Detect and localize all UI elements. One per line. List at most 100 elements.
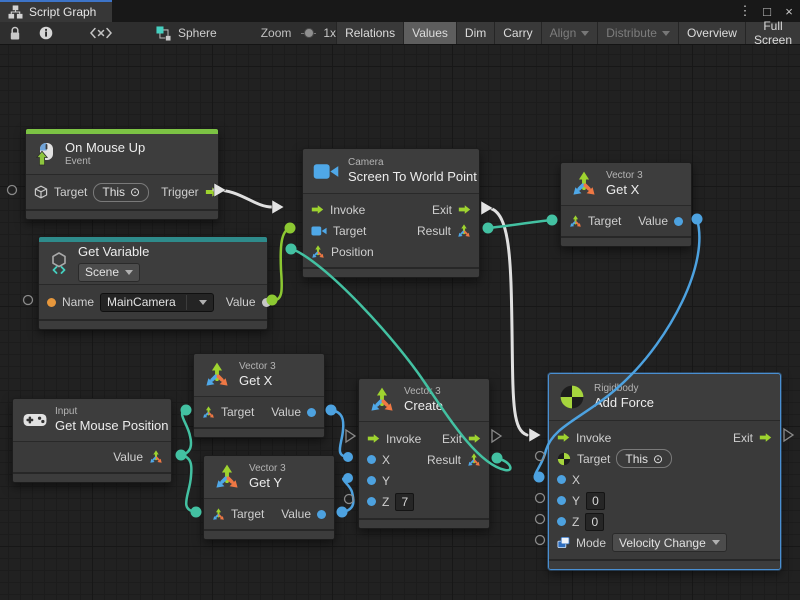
port-label-target: Target <box>221 405 254 419</box>
variable-scope-dropdown[interactable]: Scene <box>78 263 140 282</box>
node-footer <box>39 319 267 329</box>
target-self-button[interactable]: This ⊙ <box>93 183 149 202</box>
toolbar-buttons: Relations Values Dim Carry Align Distrib… <box>336 22 800 44</box>
object-picker-icon: ⊙ <box>653 452 663 466</box>
chevron-down-icon <box>199 300 207 305</box>
port-label-name: Name <box>62 295 94 309</box>
z-value-field[interactable]: 0 <box>585 513 604 531</box>
port-label-exit: Exit <box>733 431 753 445</box>
exec-output-port[interactable] <box>458 203 471 216</box>
node-create-vector3[interactable]: Vector 3 Create Invoke Exit X Result <box>358 378 490 529</box>
node-category: Vector 3 <box>239 361 276 374</box>
zoom-label: Zoom <box>261 22 292 44</box>
exec-input-port[interactable] <box>311 203 324 216</box>
node-add-force[interactable]: Rigidbody Add Force Invoke Exit Target T… <box>548 373 781 570</box>
x-input-port[interactable] <box>557 475 566 484</box>
breadcrumb-label: Sphere <box>178 26 217 40</box>
variable-name-dropdown[interactable]: MainCamera <box>100 293 214 312</box>
node-footer <box>549 559 780 569</box>
enum-port-icon[interactable] <box>557 536 570 549</box>
vector3-port-icon[interactable] <box>212 508 225 521</box>
gameobject-icon <box>34 185 48 199</box>
vector3-port-icon[interactable] <box>569 215 582 228</box>
vector3-port-icon[interactable] <box>467 453 481 467</box>
relations-button[interactable]: Relations <box>336 22 403 44</box>
force-mode-dropdown[interactable]: Velocity Change <box>612 533 727 552</box>
rigidbody-icon <box>559 384 585 410</box>
x-input-port[interactable] <box>367 455 376 464</box>
port-label-y: Y <box>572 494 580 508</box>
value-output-port[interactable] <box>307 408 316 417</box>
vector3-port-icon[interactable] <box>311 245 325 259</box>
script-graph-icon <box>8 5 23 19</box>
port-label-result: Result <box>417 224 451 238</box>
node-title: Screen To World Point <box>348 169 477 185</box>
z-input-port[interactable] <box>557 517 566 526</box>
name-input-port[interactable] <box>47 298 56 307</box>
value-output-port[interactable] <box>317 510 326 519</box>
node-footer <box>194 427 324 437</box>
value-output-port[interactable] <box>262 298 271 307</box>
exec-output-port[interactable] <box>205 185 219 199</box>
window-menu-button[interactable]: ⋮ <box>734 0 756 22</box>
distribute-button[interactable]: Distribute <box>597 22 678 44</box>
fullscreen-button[interactable]: Full Screen <box>745 22 800 44</box>
y-input-port[interactable] <box>557 496 566 505</box>
zoom-slider-knob[interactable] <box>304 28 314 38</box>
breadcrumb[interactable]: Sphere <box>156 22 217 44</box>
vector3-port-icon[interactable] <box>202 406 215 419</box>
node-footer <box>303 267 479 277</box>
rigidbody-port-icon[interactable] <box>557 452 571 466</box>
node-screen-to-world-point[interactable]: Camera Screen To World Point Invoke Exit… <box>302 148 480 278</box>
target-self-button[interactable]: This ⊙ <box>616 449 672 468</box>
camera-port-icon[interactable] <box>311 225 327 237</box>
node-get-variable[interactable]: Get Variable Scene Name MainCamera Value <box>38 236 268 330</box>
exec-output-port[interactable] <box>759 431 772 444</box>
node-footer <box>13 472 171 482</box>
port-label-value: Value <box>226 295 256 309</box>
tab-script-graph[interactable]: Script Graph <box>0 0 112 22</box>
lock-button[interactable] <box>0 22 30 44</box>
values-button[interactable]: Values <box>403 22 456 44</box>
z-input-port[interactable] <box>367 497 376 506</box>
overview-button[interactable]: Overview <box>678 22 745 44</box>
port-label-z: Z <box>572 515 579 529</box>
node-category: Vector 3 <box>404 386 443 399</box>
node-get-x[interactable]: Vector 3 Get X Target Value <box>193 353 325 438</box>
align-button[interactable]: Align <box>541 22 598 44</box>
carry-button[interactable]: Carry <box>494 22 540 44</box>
vector3-port-icon[interactable] <box>149 450 163 464</box>
y-input-port[interactable] <box>367 476 376 485</box>
chevron-down-icon <box>581 31 589 36</box>
port-label-target: Target <box>577 452 610 466</box>
port-label-value: Value <box>281 507 311 521</box>
unity-variable-icon <box>49 252 69 274</box>
node-on-mouse-up[interactable]: On Mouse Up Event Target This ⊙ Trigger <box>25 128 219 220</box>
value-output-port[interactable] <box>674 217 683 226</box>
port-label-result: Result <box>427 453 461 467</box>
port-label-target: Target <box>588 214 621 228</box>
inspect-button[interactable] <box>30 22 62 44</box>
exec-input-port[interactable] <box>367 432 380 445</box>
exec-input-port[interactable] <box>557 431 570 444</box>
dim-button[interactable]: Dim <box>456 22 494 44</box>
z-value-field[interactable]: 7 <box>395 493 414 511</box>
code-icon <box>89 27 113 39</box>
node-get-mouse-position[interactable]: Input Get Mouse Position Value <box>12 398 172 483</box>
exec-output-port[interactable] <box>468 432 481 445</box>
node-get-x-top[interactable]: Vector 3 Get X Target Value <box>560 162 692 247</box>
y-value-field[interactable]: 0 <box>586 492 605 510</box>
node-category: Vector 3 <box>249 463 286 476</box>
port-label-y: Y <box>382 474 390 488</box>
code-preview-button[interactable] <box>80 22 122 44</box>
port-label-target: Target <box>333 224 366 238</box>
port-label-target: Target <box>54 185 87 199</box>
tab-strip: Script Graph ⋮ □ × <box>0 0 800 22</box>
node-title: Add Force <box>594 395 654 411</box>
node-get-y[interactable]: Vector 3 Get Y Target Value <box>203 455 335 540</box>
zoom-slider[interactable] <box>301 22 316 44</box>
node-footer <box>561 236 691 246</box>
port-label-invoke: Invoke <box>330 203 365 217</box>
vector3-port-icon[interactable] <box>457 224 471 238</box>
chevron-down-icon <box>125 270 133 275</box>
